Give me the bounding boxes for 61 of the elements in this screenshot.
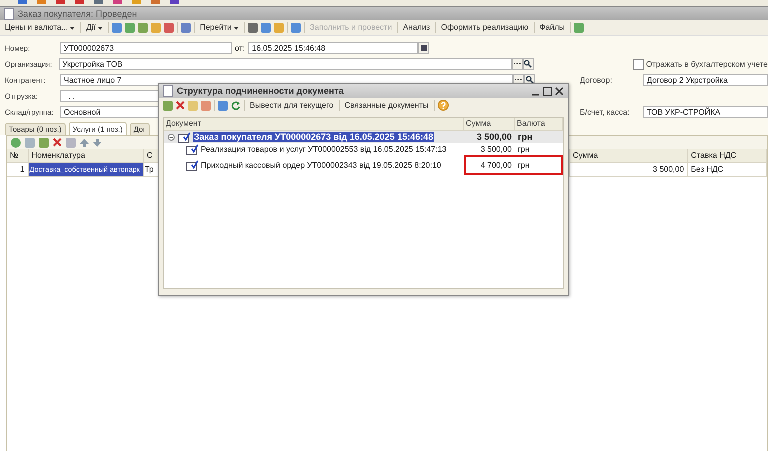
toolbar-icon[interactable]: [125, 22, 136, 32]
table-cell: 3 500,00: [570, 163, 688, 177]
date-field[interactable]: 16.05.2025 15:46:48: [248, 42, 418, 54]
column-header[interactable]: Валюта: [515, 118, 563, 130]
toolbar-icon[interactable]: [181, 22, 192, 32]
menu-button[interactable]: Дії: [84, 23, 106, 32]
currency-cell: грн: [515, 155, 563, 175]
delete-icon[interactable]: [176, 101, 185, 110]
menu-button[interactable]: Цены и валюта...: [3, 23, 78, 32]
toolbar-icon[interactable]: [248, 22, 258, 32]
toolbar-icon[interactable]: [112, 22, 122, 32]
currency-cell-text: грн: [517, 131, 534, 143]
field-label: Б/счет, касса:: [580, 108, 631, 116]
organization-field[interactable]: Укрстройка ТОВ: [58, 58, 512, 70]
refresh-icon[interactable]: [231, 100, 241, 110]
column-header[interactable]: Сумма: [464, 118, 515, 130]
field-label: от:: [235, 44, 246, 52]
toolbar-icon[interactable]: [291, 22, 302, 32]
contract-field[interactable]: Договор 2 Укрстройка: [643, 74, 768, 86]
ellipsis-button[interactable]: [512, 58, 523, 70]
caret-icon: [234, 27, 240, 30]
tree-item[interactable]: Реализация товаров и услуг УТ000002553 від 16.05.2025 15:47:13: [201, 144, 447, 154]
column-header[interactable]: Сумма: [570, 149, 688, 163]
caret-icon: [70, 27, 76, 30]
toolbar-icon[interactable]: [261, 22, 272, 32]
toolbar-button[interactable]: Оформить реализацию: [439, 23, 531, 32]
close-button[interactable]: [555, 86, 564, 96]
collapse-icon[interactable]: [168, 134, 175, 140]
toolbar-icon[interactable]: [164, 22, 174, 32]
account-field[interactable]: ТОВ УКР-СТРОЙКА: [643, 106, 768, 118]
up-arrow-icon[interactable]: [80, 138, 89, 146]
toolbar-button[interactable]: Файлы: [538, 23, 568, 32]
delete-icon[interactable]: [53, 138, 62, 147]
field-label: Договор:: [580, 76, 614, 84]
toolbar-button[interactable]: Связанные документы: [342, 101, 431, 110]
column-header[interactable]: Документ: [164, 118, 464, 130]
column-header[interactable]: Ставка НДС: [688, 149, 767, 163]
toolbar-button[interactable]: Анализ: [401, 23, 432, 32]
currency-cell-text: грн: [517, 144, 531, 155]
toolbar-button[interactable]: Вывести для текущего: [248, 101, 336, 110]
down-arrow-icon[interactable]: [93, 138, 102, 146]
checkbox-label: Отражать в бухгалтерском учете: [646, 60, 768, 68]
search-icon[interactable]: [522, 58, 534, 70]
calendar-icon[interactable]: [418, 42, 430, 54]
checkbox[interactable]: [633, 58, 644, 70]
maximize-button[interactable]: [543, 86, 552, 96]
help-icon[interactable]: [438, 100, 449, 111]
window-title: Заказ покупателя: Проведен: [18, 8, 138, 18]
toolbar-icon[interactable]: [574, 22, 584, 32]
dialog-title: Структура подчиненности документа: [177, 86, 345, 96]
tree-item[interactable]: Приходный кассовый ордер УТ000002343 від 19.05.2025 8:20:10: [201, 160, 442, 170]
table-cell: Без НДС: [688, 163, 767, 177]
tree-item[interactable]: Заказ покупателя УТ000002673 від 16.05.2025 15:46:48: [193, 132, 434, 142]
amount-cell-text: 3 500,00: [476, 131, 513, 143]
column-header[interactable]: №: [7, 149, 29, 163]
amount-cell: 4 700,00: [464, 155, 515, 175]
toolbar-icon[interactable]: [138, 22, 148, 32]
menu-button[interactable]: Перейти: [198, 23, 242, 32]
number-field[interactable]: УТ000002673: [60, 42, 232, 54]
amount-cell-text: 3 500,00: [480, 144, 513, 155]
caret-icon: [98, 27, 104, 30]
